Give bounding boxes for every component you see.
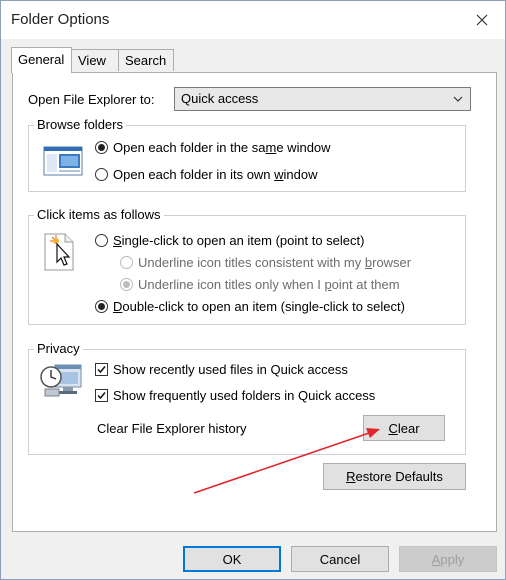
tab-general-label: General <box>18 52 65 67</box>
radio-double-click-indicator <box>95 300 108 313</box>
ok-button[interactable]: OK <box>183 546 281 572</box>
cancel-button[interactable]: Cancel <box>291 546 389 572</box>
radio-same-window[interactable]: Open each folder in the same window <box>95 140 331 155</box>
restore-defaults-button[interactable]: Restore Defaults <box>323 463 466 490</box>
click-items-title: Click items as follows <box>34 207 164 222</box>
tab-view-label: View <box>78 53 106 68</box>
checkbox-recent-files-label: Show recently used files in Quick access <box>113 362 348 377</box>
radio-underline-browser-label: Underline icon titles consistent with my… <box>138 255 412 270</box>
cancel-button-label: Cancel <box>319 551 361 567</box>
clear-history-button[interactable]: Clear <box>363 415 445 441</box>
radio-own-window[interactable]: Open each folder in its own window <box>95 167 318 182</box>
radio-double-click-label: Double-click to open an item (single-cli… <box>113 299 405 314</box>
clear-history-button-label: Clear <box>388 420 420 436</box>
tab-search-label: Search <box>125 53 167 68</box>
title-bar: Folder Options <box>1 1 505 39</box>
click-items-group: Click items as follows Single-click to o… <box>28 207 466 325</box>
click-pointer-icon <box>44 233 74 271</box>
tab-view[interactable]: View <box>71 49 119 71</box>
radio-single-click[interactable]: Single-click to open an item (point to s… <box>95 233 364 248</box>
checkbox-frequent-folders[interactable]: Show frequently used folders in Quick ac… <box>95 388 375 403</box>
checkbox-frequent-folders-box <box>95 389 108 402</box>
radio-single-click-label: Single-click to open an item (point to s… <box>113 233 365 248</box>
browse-folders-title: Browse folders <box>34 117 126 132</box>
radio-own-window-label: Open each folder in its own window <box>113 167 318 182</box>
apply-button[interactable]: Apply <box>399 546 497 572</box>
radio-same-window-label: Open each folder in the same window <box>113 140 331 155</box>
clear-history-label: Clear File Explorer history <box>97 421 247 436</box>
open-explorer-value: Quick access <box>181 91 259 106</box>
apply-button-label: Apply <box>431 551 465 567</box>
checkmark-icon <box>97 392 106 400</box>
privacy-clock-icon <box>40 364 82 397</box>
radio-own-window-indicator <box>95 168 108 181</box>
radio-single-click-indicator <box>95 234 108 247</box>
chevron-down-icon <box>453 96 463 102</box>
radio-same-window-indicator <box>95 141 108 154</box>
checkbox-recent-files[interactable]: Show recently used files in Quick access <box>95 362 348 377</box>
radio-underline-browser[interactable]: Underline icon titles consistent with my… <box>120 255 411 270</box>
ok-button-label: OK <box>222 551 242 567</box>
open-explorer-dropdown[interactable]: Quick access <box>174 87 471 111</box>
close-button[interactable] <box>459 1 505 39</box>
folder-options-dialog: Folder Options General View Search Open … <box>0 0 506 580</box>
tab-general[interactable]: General <box>11 47 72 73</box>
checkmark-icon <box>97 366 106 374</box>
window-title: Folder Options <box>11 11 110 28</box>
radio-underline-point[interactable]: Underline icon titles only when I point … <box>120 277 400 292</box>
open-explorer-label: Open File Explorer to: <box>28 92 155 107</box>
browse-folders-group: Browse folders Open each folder in the s… <box>28 117 466 192</box>
radio-underline-point-indicator <box>120 278 133 291</box>
privacy-title: Privacy <box>34 341 83 356</box>
checkbox-frequent-folders-label: Show frequently used folders in Quick ac… <box>113 388 376 403</box>
privacy-group: Privacy Show recently used files in Quic… <box>28 341 466 455</box>
folder-window-icon <box>43 146 83 176</box>
general-tab-panel: Open File Explorer to: Quick access Brow… <box>12 72 497 532</box>
checkbox-recent-files-box <box>95 363 108 376</box>
radio-underline-point-label: Underline icon titles only when I point … <box>138 277 400 292</box>
radio-underline-browser-indicator <box>120 256 133 269</box>
close-icon <box>476 14 488 26</box>
tab-search[interactable]: Search <box>118 49 174 71</box>
radio-double-click[interactable]: Double-click to open an item (single-cli… <box>95 299 405 314</box>
restore-defaults-button-label: Restore Defaults <box>346 469 443 484</box>
